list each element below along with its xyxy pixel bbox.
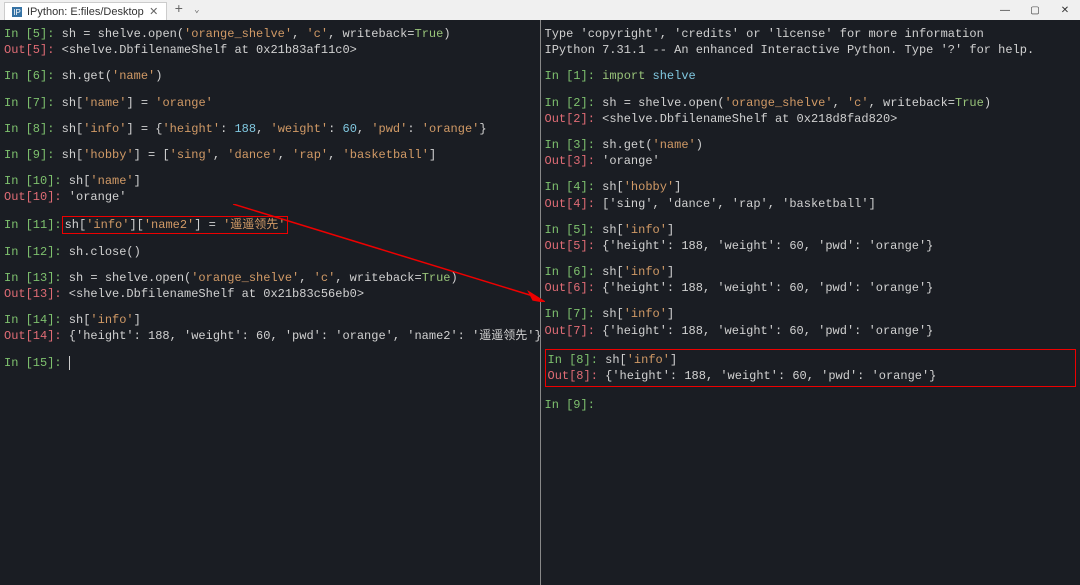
right-in-7: In [7]: sh['info']: [545, 306, 1077, 322]
window-controls: — ▢ ✕: [990, 0, 1080, 20]
right-out-6: Out[6]: {'height': 188, 'weight': 60, 'p…: [545, 280, 1077, 296]
right-banner-2: IPython 7.31.1 -- An enhanced Interactiv…: [545, 42, 1077, 58]
right-terminal[interactable]: Type 'copyright', 'credits' or 'license'…: [541, 20, 1080, 585]
left-in-5: In [5]: sh = shelve.open('orange_shelve'…: [4, 26, 536, 42]
left-terminal[interactable]: In [5]: sh = shelve.open('orange_shelve'…: [0, 20, 541, 585]
left-in-9: In [9]: sh['hobby'] = ['sing', 'dance', …: [4, 147, 536, 163]
right-out-5: Out[5]: {'height': 188, 'weight': 60, 'p…: [545, 238, 1077, 254]
right-out-3: Out[3]: 'orange': [545, 153, 1077, 169]
right-out-2: Out[2]: <shelve.DbfilenameShelf at 0x218…: [545, 111, 1077, 127]
tab-ipython[interactable]: IP IPython: E:files/Desktop ✕: [4, 2, 167, 20]
left-in-8: In [8]: sh['info'] = {'height': 188, 'we…: [4, 121, 536, 137]
right-out-4: Out[4]: ['sing', 'dance', 'rap', 'basket…: [545, 196, 1077, 212]
right-in-6: In [6]: sh['info']: [545, 264, 1077, 280]
left-out-13: Out[13]: <shelve.DbfilenameShelf at 0x21…: [4, 286, 536, 302]
left-in-14: In [14]: sh['info']: [4, 312, 536, 328]
left-in-11: In [11]: sh['info']['name2'] = '遥遥领先': [4, 216, 536, 234]
tab-area: IP IPython: E:files/Desktop ✕ + ⌄: [0, 0, 205, 20]
right-banner-1: Type 'copyright', 'credits' or 'license'…: [545, 26, 1077, 42]
svg-text:IP: IP: [13, 8, 21, 17]
left-in-6: In [6]: sh.get('name'): [4, 68, 536, 84]
titlebar: IP IPython: E:files/Desktop ✕ + ⌄ — ▢ ✕: [0, 0, 1080, 20]
ipython-icon: IP: [11, 6, 23, 18]
tab-chevron-icon[interactable]: ⌄: [189, 5, 205, 15]
right-out-8: Out[8]: {'height': 188, 'weight': 60, 'p…: [548, 368, 1074, 384]
left-in-13: In [13]: sh = shelve.open('orange_shelve…: [4, 270, 536, 286]
right-in-3: In [3]: sh.get('name'): [545, 137, 1077, 153]
right-in-9: In [9]:: [545, 397, 1077, 413]
close-button[interactable]: ✕: [1050, 0, 1080, 20]
right-in-1: In [1]: import shelve: [545, 68, 1077, 84]
left-in-10: In [10]: sh['name']: [4, 173, 536, 189]
new-tab-button[interactable]: +: [169, 1, 189, 19]
left-in-7: In [7]: sh['name'] = 'orange': [4, 95, 536, 111]
left-in-15: In [15]:: [4, 355, 536, 371]
maximize-button[interactable]: ▢: [1020, 0, 1050, 20]
left-in-12: In [12]: sh.close(): [4, 244, 536, 260]
minimize-button[interactable]: —: [990, 0, 1020, 20]
right-in-8: In [8]: sh['info']: [548, 352, 1074, 368]
right-in-2: In [2]: sh = shelve.open('orange_shelve'…: [545, 95, 1077, 111]
tab-title: IPython: E:files/Desktop: [27, 6, 144, 18]
right-out-7: Out[7]: {'height': 188, 'weight': 60, 'p…: [545, 323, 1077, 339]
right-highlight-box: In [8]: sh['info'] Out[8]: {'height': 18…: [545, 349, 1077, 387]
content: In [5]: sh = shelve.open('orange_shelve'…: [0, 20, 1080, 585]
left-out-5: Out[5]: <shelve.DbfilenameShelf at 0x21b…: [4, 42, 536, 58]
left-out-10: Out[10]: 'orange': [4, 189, 536, 205]
right-in-4: In [4]: sh['hobby']: [545, 179, 1077, 195]
right-in-5: In [5]: sh['info']: [545, 222, 1077, 238]
left-out-14: Out[14]: {'height': 188, 'weight': 60, '…: [4, 328, 536, 344]
tab-close-icon[interactable]: ✕: [148, 6, 160, 18]
